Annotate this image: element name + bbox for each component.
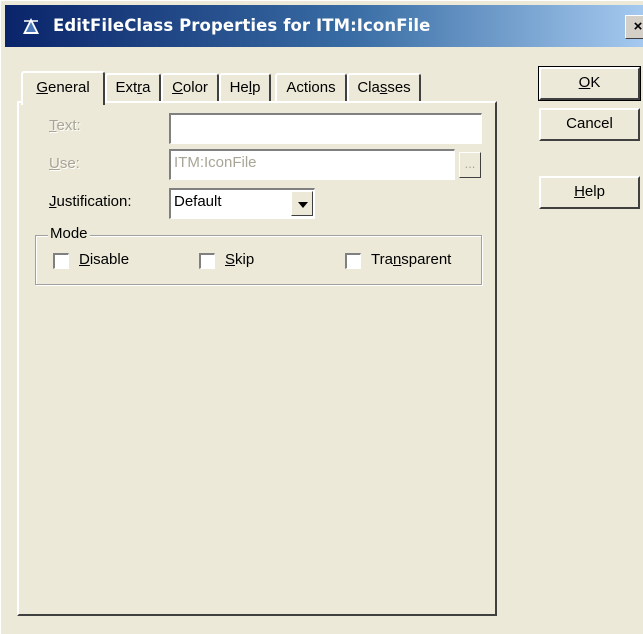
- app-icon: [23, 18, 39, 34]
- tab-extra[interactable]: Extra: [105, 73, 161, 101]
- use-input[interactable]: ITM:IconFile: [169, 149, 455, 180]
- tab-color[interactable]: Color: [161, 73, 219, 101]
- mode-legend: Mode: [48, 225, 90, 242]
- text-input[interactable]: [169, 113, 482, 144]
- tab-help[interactable]: Help: [219, 73, 271, 101]
- disable-label[interactable]: Disable: [79, 251, 129, 268]
- skip-label[interactable]: Skip: [225, 251, 254, 268]
- transparent-checkbox[interactable]: [345, 253, 361, 269]
- window-title: EditFileClass Properties for ITM:IconFil…: [53, 16, 431, 35]
- title-bar[interactable]: EditFileClass Properties for ITM:IconFil…: [5, 5, 643, 47]
- skip-checkbox[interactable]: [199, 253, 215, 269]
- use-browse-button[interactable]: ...: [459, 152, 481, 178]
- cancel-button[interactable]: Cancel: [539, 108, 640, 141]
- ok-button[interactable]: OK: [538, 66, 641, 101]
- text-label: Text:: [49, 117, 81, 134]
- close-button[interactable]: ×: [625, 15, 643, 39]
- tab-actions[interactable]: Actions: [275, 73, 347, 101]
- disable-checkbox[interactable]: [53, 253, 69, 269]
- tab-classes[interactable]: Classes: [347, 73, 421, 101]
- general-tab-panel: Text: Use: ITM:IconFile ... Justificatio…: [17, 101, 497, 616]
- transparent-label[interactable]: Transparent: [371, 251, 451, 268]
- tab-general[interactable]: General: [21, 71, 105, 105]
- properties-dialog: EditFileClass Properties for ITM:IconFil…: [0, 0, 643, 634]
- help-button[interactable]: Help: [539, 176, 640, 209]
- use-label: Use:: [49, 155, 80, 172]
- justification-label: Justification:: [49, 193, 132, 210]
- chevron-down-icon[interactable]: [291, 191, 313, 216]
